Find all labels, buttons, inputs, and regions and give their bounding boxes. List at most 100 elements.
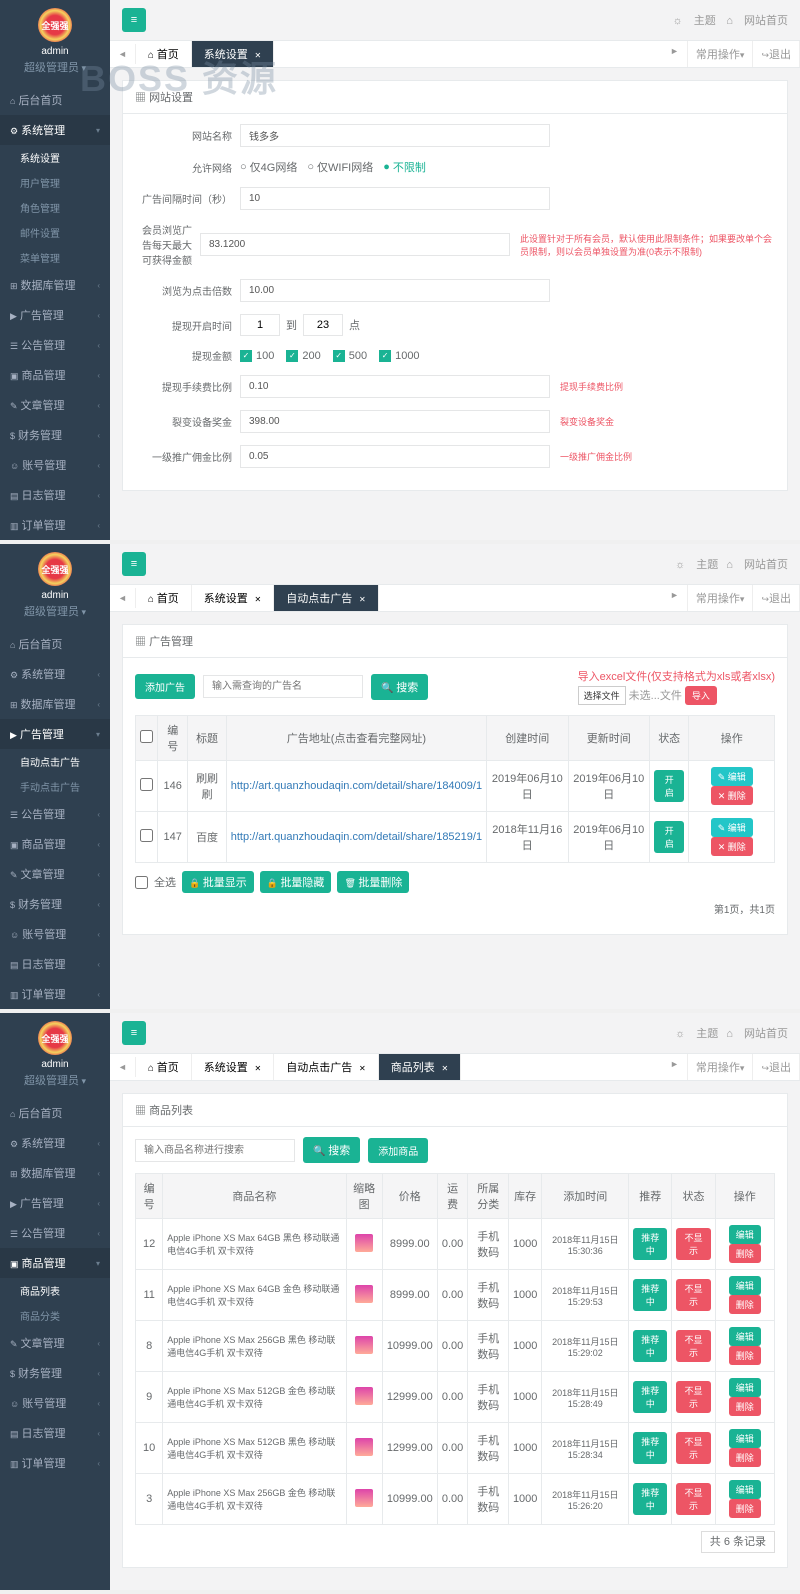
edit-button[interactable]: 编辑 (729, 1480, 761, 1499)
nav-goods[interactable]: ▣商品管理▾ (0, 1248, 110, 1278)
theme-link[interactable]: ☼ 主题 (673, 15, 716, 27)
edit-button[interactable]: 编辑 (729, 1225, 761, 1244)
radio-4g[interactable]: ○ 仅4G网络 (240, 159, 297, 175)
nav-notice[interactable]: ☰公告管理‹ (0, 799, 110, 829)
status-button[interactable]: 不显示 (676, 1432, 710, 1464)
goods-search-button[interactable]: 🔍 搜索 (303, 1137, 360, 1163)
nav-db[interactable]: ⊞数据库管理‹ (0, 1158, 110, 1188)
del-button[interactable]: 删除 (729, 1295, 761, 1314)
del-button[interactable]: ✕ 删除 (711, 837, 753, 856)
tab-autoad[interactable]: 自动点击广告 ✕ (274, 585, 378, 611)
input-fee[interactable] (240, 375, 550, 398)
nav-account[interactable]: ☺账号管理‹ (0, 919, 110, 949)
tab-settings[interactable]: 系统设置 ✕ (192, 1054, 274, 1080)
nav-sub-goodscat[interactable]: 商品分类 (0, 1303, 110, 1328)
radio-wifi[interactable]: ○ 仅WIFI网络 (307, 159, 373, 175)
nav-sub-roles[interactable]: 角色管理 (0, 195, 110, 220)
input-sitename[interactable] (240, 124, 550, 147)
close-icon[interactable]: ✕ (255, 51, 262, 60)
ad-url-link[interactable]: http://art.quanzhoudaqin.com/detail/shar… (231, 831, 482, 843)
nav-goods[interactable]: ▣商品管理‹ (0, 360, 110, 390)
nav-notice[interactable]: ☰公告管理‹ (0, 1218, 110, 1248)
tab-exit[interactable]: ↪退出 (753, 41, 800, 67)
rec-button[interactable]: 推荐中 (633, 1432, 667, 1464)
del-button[interactable]: ✕ 删除 (711, 786, 753, 805)
edit-button[interactable]: ✎ 编辑 (711, 767, 753, 786)
theme-link[interactable]: ☼ 主题 (675, 559, 718, 571)
batch-show-button[interactable]: 🔒 批量显示 (182, 871, 254, 893)
input-multi[interactable] (240, 279, 550, 302)
nav-sub-autoad[interactable]: 自动点击广告 (0, 749, 110, 774)
nav-ads[interactable]: ▶广告管理▾ (0, 719, 110, 749)
batch-del-button[interactable]: 🗑 批量删除 (337, 871, 409, 893)
edit-button[interactable]: 编辑 (729, 1327, 761, 1346)
nav-dashboard[interactable]: ⌂后台首页 (0, 1098, 110, 1128)
tab-exit[interactable]: ↪退出 (753, 1054, 800, 1080)
nav-finance[interactable]: $财务管理‹ (0, 889, 110, 919)
input-dailymax[interactable] (200, 233, 510, 256)
nav-log[interactable]: ▤日志管理‹ (0, 949, 110, 979)
tab-next[interactable]: ► (662, 41, 688, 67)
search-input[interactable] (203, 675, 363, 698)
status-button[interactable]: 开启 (654, 821, 685, 853)
edit-button[interactable]: 编辑 (729, 1378, 761, 1397)
tab-exit[interactable]: ↪退出 (753, 585, 800, 611)
ad-url-link[interactable]: http://art.quanzhoudaqin.com/detail/shar… (231, 780, 482, 792)
import-button[interactable]: 导入 (685, 686, 717, 705)
nav-sub-manualad[interactable]: 手动点击广告 (0, 774, 110, 799)
nav-order[interactable]: ▥订单管理‹ (0, 510, 110, 540)
nav-order[interactable]: ▥订单管理‹ (0, 979, 110, 1009)
input-t1[interactable] (240, 314, 280, 336)
nav-sub-settings[interactable]: 系统设置 (0, 145, 110, 170)
edit-button[interactable]: 编辑 (729, 1429, 761, 1448)
input-interval[interactable] (240, 187, 550, 210)
nav-system[interactable]: ⚙系统管理▾ (0, 115, 110, 145)
menu-toggle[interactable]: ≡ (122, 8, 146, 32)
check-all-header[interactable] (140, 730, 153, 743)
home-link[interactable]: ⌂ 网站首页 (726, 559, 788, 571)
del-button[interactable]: 删除 (729, 1448, 761, 1467)
del-button[interactable]: 删除 (729, 1346, 761, 1365)
tab-common[interactable]: 常用操作▾ (688, 1054, 754, 1080)
tab-next[interactable]: ► (662, 1054, 688, 1080)
menu-toggle[interactable]: ≡ (122, 1021, 146, 1045)
status-button[interactable]: 开启 (654, 770, 685, 802)
nav-log[interactable]: ▤日志管理‹ (0, 480, 110, 510)
menu-toggle[interactable]: ≡ (122, 552, 146, 576)
del-button[interactable]: 删除 (729, 1244, 761, 1263)
del-button[interactable]: 删除 (729, 1499, 761, 1518)
nav-sub-goodslist[interactable]: 商品列表 (0, 1278, 110, 1303)
row-check[interactable] (140, 778, 153, 791)
rec-button[interactable]: 推荐中 (633, 1330, 667, 1362)
goods-search-input[interactable] (135, 1139, 295, 1162)
rec-button[interactable]: 推荐中 (633, 1483, 667, 1515)
nav-system[interactable]: ⚙系统管理‹ (0, 659, 110, 689)
check-all[interactable] (135, 876, 148, 889)
admin-role[interactable]: 超级管理员 ▾ (8, 57, 102, 77)
nav-system[interactable]: ⚙系统管理‹ (0, 1128, 110, 1158)
nav-account[interactable]: ☺账号管理‹ (0, 450, 110, 480)
nav-goods[interactable]: ▣商品管理‹ (0, 829, 110, 859)
rec-button[interactable]: 推荐中 (633, 1279, 667, 1311)
tab-home[interactable]: ⌂ 首页 (136, 41, 192, 67)
tab-common[interactable]: 常用操作▾ (688, 41, 754, 67)
rec-button[interactable]: 推荐中 (633, 1228, 667, 1260)
status-button[interactable]: 不显示 (676, 1279, 710, 1311)
chk-500[interactable]: ✓500 (333, 350, 367, 362)
chk-200[interactable]: ✓200 (286, 350, 320, 362)
row-check[interactable] (140, 829, 153, 842)
del-button[interactable]: 删除 (729, 1397, 761, 1416)
nav-account[interactable]: ☺账号管理‹ (0, 1388, 110, 1418)
tab-prev[interactable]: ◄ (110, 44, 136, 64)
admin-role[interactable]: 超级管理员 ▾ (8, 601, 102, 621)
tab-prev[interactable]: ◄ (110, 1057, 136, 1077)
nav-sub-menu[interactable]: 菜单管理 (0, 245, 110, 270)
batch-hide-button[interactable]: 🔒 批量隐藏 (260, 871, 332, 893)
nav-ads[interactable]: ▶广告管理‹ (0, 1188, 110, 1218)
admin-role[interactable]: 超级管理员 ▾ (8, 1070, 102, 1090)
status-button[interactable]: 不显示 (676, 1483, 710, 1515)
nav-db[interactable]: ⊞数据库管理‹ (0, 689, 110, 719)
chk-1000[interactable]: ✓1000 (379, 350, 419, 362)
status-button[interactable]: 不显示 (676, 1228, 710, 1260)
theme-link[interactable]: ☼ 主题 (675, 1028, 718, 1040)
